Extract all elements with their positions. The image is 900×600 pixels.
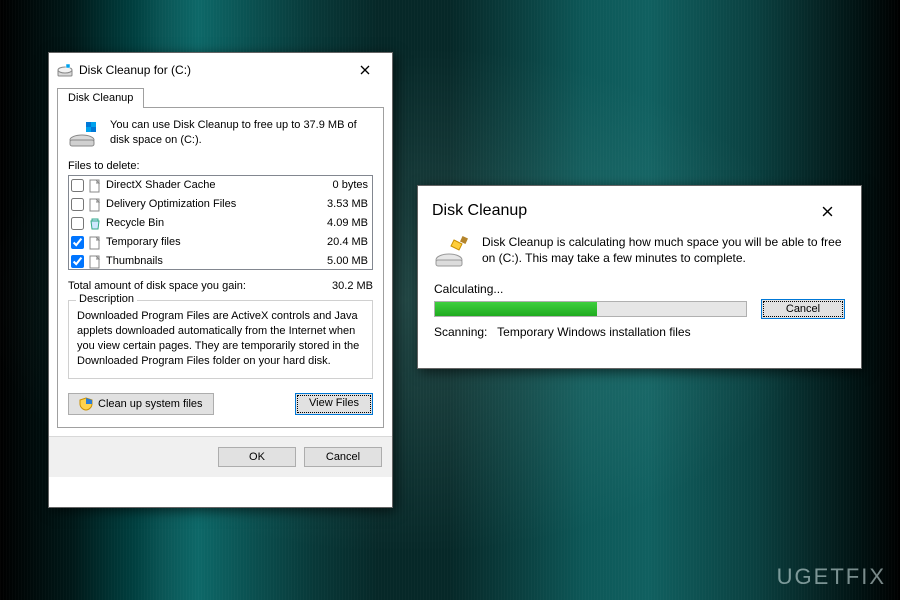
total-value: 30.2 MB bbox=[332, 280, 373, 292]
scanning-label: Scanning: bbox=[434, 325, 487, 339]
progress-bar bbox=[434, 301, 747, 317]
file-size: 20.4 MB bbox=[304, 234, 368, 251]
file-checkbox[interactable] bbox=[71, 236, 84, 249]
cancel-button[interactable]: Cancel bbox=[304, 447, 382, 467]
description-group: Description Downloaded Program Files are… bbox=[68, 300, 373, 379]
file-checkbox[interactable] bbox=[71, 179, 84, 192]
window-title: Disk Cleanup for (C:) bbox=[79, 63, 340, 77]
scanning-value: Temporary Windows installation files bbox=[497, 325, 690, 339]
progress-row: Cancel bbox=[434, 299, 845, 319]
close-button[interactable] bbox=[807, 198, 847, 224]
file-name: DirectX Shader Cache bbox=[106, 177, 304, 194]
progress-bar-fill bbox=[435, 302, 597, 316]
file-size: 0 bytes bbox=[304, 177, 368, 194]
tab-disk-cleanup[interactable]: Disk Cleanup bbox=[57, 88, 144, 108]
disk-cleanup-dialog: Disk Cleanup for (C:) Disk Cleanup You c… bbox=[48, 52, 393, 508]
ok-button[interactable]: OK bbox=[218, 447, 296, 467]
recycle-bin-icon bbox=[88, 217, 102, 231]
action-row: Clean up system files View Files bbox=[68, 393, 373, 415]
description-legend: Description bbox=[76, 293, 137, 305]
file-checkbox[interactable] bbox=[71, 198, 84, 211]
watermark: UGETFIX bbox=[777, 564, 886, 590]
total-row: Total amount of disk space you gain: 30.… bbox=[68, 280, 373, 292]
list-item[interactable]: Thumbnails 5.00 MB bbox=[69, 252, 372, 270]
file-checkbox[interactable] bbox=[71, 255, 84, 268]
list-item[interactable]: DirectX Shader Cache 0 bytes bbox=[69, 176, 372, 195]
list-item[interactable]: Delivery Optimization Files 3.53 MB bbox=[69, 195, 372, 214]
tabstrip: Disk Cleanup bbox=[49, 87, 392, 107]
description-text: Downloaded Program Files are ActiveX con… bbox=[77, 309, 364, 368]
scanning-row: Scanning: Temporary Windows installation… bbox=[434, 325, 845, 339]
file-icon bbox=[88, 179, 102, 193]
titlebar: Disk Cleanup bbox=[418, 186, 861, 232]
disk-cleanup-large-icon bbox=[68, 118, 100, 150]
close-button[interactable] bbox=[346, 59, 384, 81]
file-icon bbox=[88, 236, 102, 250]
progress-intro: Disk Cleanup is calculating how much spa… bbox=[434, 234, 845, 270]
dialog-footer: OK Cancel bbox=[49, 436, 392, 477]
file-icon bbox=[88, 255, 102, 269]
cancel-button[interactable]: Cancel bbox=[761, 299, 845, 319]
files-listbox[interactable]: DirectX Shader Cache 0 bytes Delivery Op… bbox=[68, 175, 373, 270]
file-name: Delivery Optimization Files bbox=[106, 196, 304, 213]
list-item[interactable]: Recycle Bin 4.09 MB bbox=[69, 214, 372, 233]
progress-body: Disk Cleanup is calculating how much spa… bbox=[418, 232, 861, 353]
disk-cleanup-brush-icon bbox=[434, 234, 470, 270]
window-title: Disk Cleanup bbox=[432, 202, 807, 220]
cleanup-system-files-button[interactable]: Clean up system files bbox=[68, 393, 214, 415]
files-to-delete-label: Files to delete: bbox=[68, 160, 373, 172]
calculating-label: Calculating... bbox=[434, 282, 845, 296]
tab-body: You can use Disk Cleanup to free up to 3… bbox=[57, 107, 384, 428]
file-size: 3.53 MB bbox=[304, 196, 368, 213]
total-label: Total amount of disk space you gain: bbox=[68, 280, 246, 292]
cleanup-system-files-label: Clean up system files bbox=[98, 398, 203, 410]
disk-cleanup-icon bbox=[57, 62, 73, 78]
file-name: Recycle Bin bbox=[106, 215, 304, 232]
file-name: Temporary files bbox=[106, 234, 304, 251]
shield-icon bbox=[79, 397, 93, 411]
view-files-button[interactable]: View Files bbox=[295, 393, 373, 415]
file-icon bbox=[88, 198, 102, 212]
disk-cleanup-progress-dialog: Disk Cleanup Disk Cleanup is calculating… bbox=[417, 185, 862, 369]
intro-row: You can use Disk Cleanup to free up to 3… bbox=[68, 118, 373, 150]
progress-text: Disk Cleanup is calculating how much spa… bbox=[482, 234, 845, 270]
file-size: 5.00 MB bbox=[304, 253, 368, 270]
file-size: 4.09 MB bbox=[304, 215, 368, 232]
file-name: Thumbnails bbox=[106, 253, 304, 270]
titlebar: Disk Cleanup for (C:) bbox=[49, 53, 392, 85]
intro-text: You can use Disk Cleanup to free up to 3… bbox=[110, 118, 373, 150]
file-checkbox[interactable] bbox=[71, 217, 84, 230]
list-item[interactable]: Temporary files 20.4 MB bbox=[69, 233, 372, 252]
